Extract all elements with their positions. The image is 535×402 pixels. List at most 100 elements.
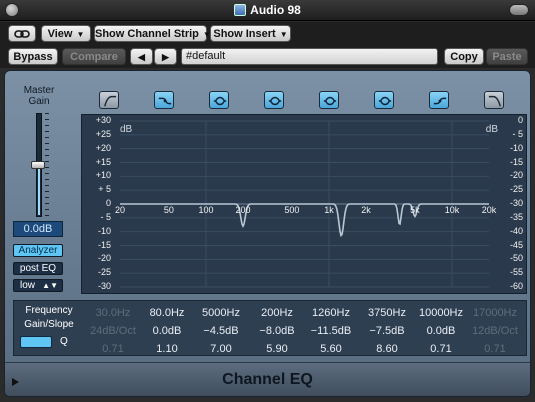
copy-button[interactable]: Copy [444,48,484,65]
band-7-toggle[interactable] [429,91,449,109]
band-6-gain-value[interactable]: −7.5dB [359,322,415,340]
band-7-freq-value[interactable]: 10000Hz [413,304,469,322]
q-label: Q [60,336,68,347]
band-2-q-value[interactable]: 1.10 [139,340,195,358]
high-shelf-icon [433,97,447,105]
paste-button[interactable]: Paste [486,48,528,65]
band-2-toggle[interactable] [154,91,174,109]
band-8-freq-value[interactable]: 17000Hz [467,304,523,322]
band-1-toggle[interactable] [99,91,119,109]
band-2-gain-value[interactable]: 0.0dB [139,322,195,340]
band-1-q-value[interactable]: 0.71 [85,340,141,358]
band-1-freq-value[interactable]: 30.0Hz [85,304,141,322]
bypass-button[interactable]: Bypass [8,48,58,65]
band-3-q-value[interactable]: 7.00 [193,340,249,358]
band-3-params: 5000Hz −4.5dB 7.00 [193,304,249,358]
band-6-q-value[interactable]: 8.60 [359,340,415,358]
left-db-tick: -25 [97,267,111,278]
left-db-tick: +25 [95,128,111,139]
left-db-tick: +20 [95,142,111,153]
band-3-gain-value[interactable]: −4.5dB [193,322,249,340]
left-db-tick: +15 [95,156,111,167]
link-button[interactable] [8,25,36,42]
link-icon [14,30,30,38]
right-db-tick: -20 [509,170,523,181]
band-5-toggle[interactable] [319,91,339,109]
master-gain-label: Master Gain [19,85,59,107]
next-preset-button[interactable]: ▶ [154,48,177,65]
frequency-label: Frequency [25,305,73,316]
right-db-tick: -40 [509,225,523,236]
arrow-left-icon: ◀ [138,52,145,62]
frequency-tick: 1k [324,205,334,215]
audio-track-icon [234,4,247,16]
band-4-toggle[interactable] [264,91,284,109]
low-cut-icon [104,95,117,107]
band-4-q-value[interactable]: 5.90 [249,340,305,358]
band-7-gain-value[interactable]: 0.0dB [413,322,469,340]
band-3-freq-value[interactable]: 5000Hz [193,304,249,322]
band-7-q-value[interactable]: 0.71 [413,340,469,358]
analyzer-button[interactable]: Analyzer [13,244,63,257]
title-bar: Audio 98 [0,0,535,21]
left-db-tick: +30 [95,115,111,125]
band-5-gain-value[interactable]: −11.5dB [303,322,359,340]
previous-preset-button[interactable]: ◀ [130,48,153,65]
band-5-q-value[interactable]: 5.60 [303,340,359,358]
band-4-gain-value[interactable]: −8.0dB [249,322,305,340]
band-8-params: 17000Hz 12dB/Oct 0.71 [467,304,523,358]
analyzer-mode-post-eq[interactable]: post EQ [13,262,63,275]
band-5-params: 1260Hz −11.5dB 5.60 [303,304,359,358]
analyzer-resolution-value: low [20,280,36,291]
show-channel-strip-label: Show Channel Strip [95,28,199,40]
frequency-tick: 500 [284,205,300,215]
band-2-freq-value[interactable]: 80.0Hz [139,304,195,322]
left-db-tick: 0 [105,198,111,208]
right-db-tick: -35 [509,211,523,222]
eq-curve [120,203,489,238]
stepper-arrows-icon: ▲▼ [42,281,58,290]
eq-panel: Master Gain 0.0dB Analyzer post EQ low ▲▼… [4,70,531,397]
plugin-footer: Channel EQ [5,362,530,396]
low-shelf-icon [158,97,172,105]
window-title: Audio 98 [0,3,535,17]
fader-scale [45,113,49,217]
left-db-tick: - 5 [100,211,111,222]
window-title-text: Audio 98 [250,3,301,17]
show-channel-strip-menu[interactable]: Show Channel Strip ▼ [94,25,211,42]
param-row-labels: Frequency Gain/Slope [14,304,84,332]
right-db-tick: -30 [509,198,523,208]
frequency-tick: 2k [361,205,371,215]
band-5-freq-value[interactable]: 1260Hz [303,304,359,322]
left-db-unit: dB [120,124,133,135]
frequency-tick: 200 [235,205,251,215]
band-1-params: 30.0Hz 24dB/Oct 0.71 [85,304,141,358]
q-couple-toggle[interactable] [20,336,52,348]
band-6-freq-value[interactable]: 3750Hz [359,304,415,322]
band-1-gain-value[interactable]: 24dB/Oct [85,322,141,340]
eq-graph[interactable]: dB dB +30 0 +25 - 5 +20 -10 +15 -15 +10 -20 + 5 -25… [81,114,527,294]
left-db-tick: +10 [95,170,111,181]
compare-button[interactable]: Compare [62,48,126,65]
left-db-tick: -15 [97,239,111,250]
band-8-toggle[interactable] [484,91,504,109]
master-gain-value[interactable]: 0.0dB [13,221,63,237]
analyzer-resolution-select[interactable]: low ▲▼ [13,279,63,292]
master-gain-fader-knob[interactable] [31,161,45,169]
band-6-toggle[interactable] [374,91,394,109]
band-4-freq-value[interactable]: 200Hz [249,304,305,322]
right-db-tick: -50 [509,253,523,264]
zoom-button[interactable] [509,4,529,16]
band-4-params: 200Hz −8.0dB 5.90 [249,304,305,358]
right-db-tick: -60 [509,281,523,291]
band-3-toggle[interactable] [209,91,229,109]
show-insert-menu[interactable]: Show Insert ▼ [210,25,291,42]
band-8-q-value[interactable]: 0.71 [467,340,523,358]
master-gain-label-line2: Gain [28,96,50,107]
band-2-params: 80.0Hz 0.0dB 1.10 [139,304,195,358]
view-menu[interactable]: View ▼ [41,25,91,42]
gain-slope-label: Gain/Slope [24,319,74,330]
band-8-gain-value[interactable]: 12dB/Oct [467,322,523,340]
preset-menu[interactable]: #default [181,48,438,65]
frequency-tick: 20k [481,205,497,215]
